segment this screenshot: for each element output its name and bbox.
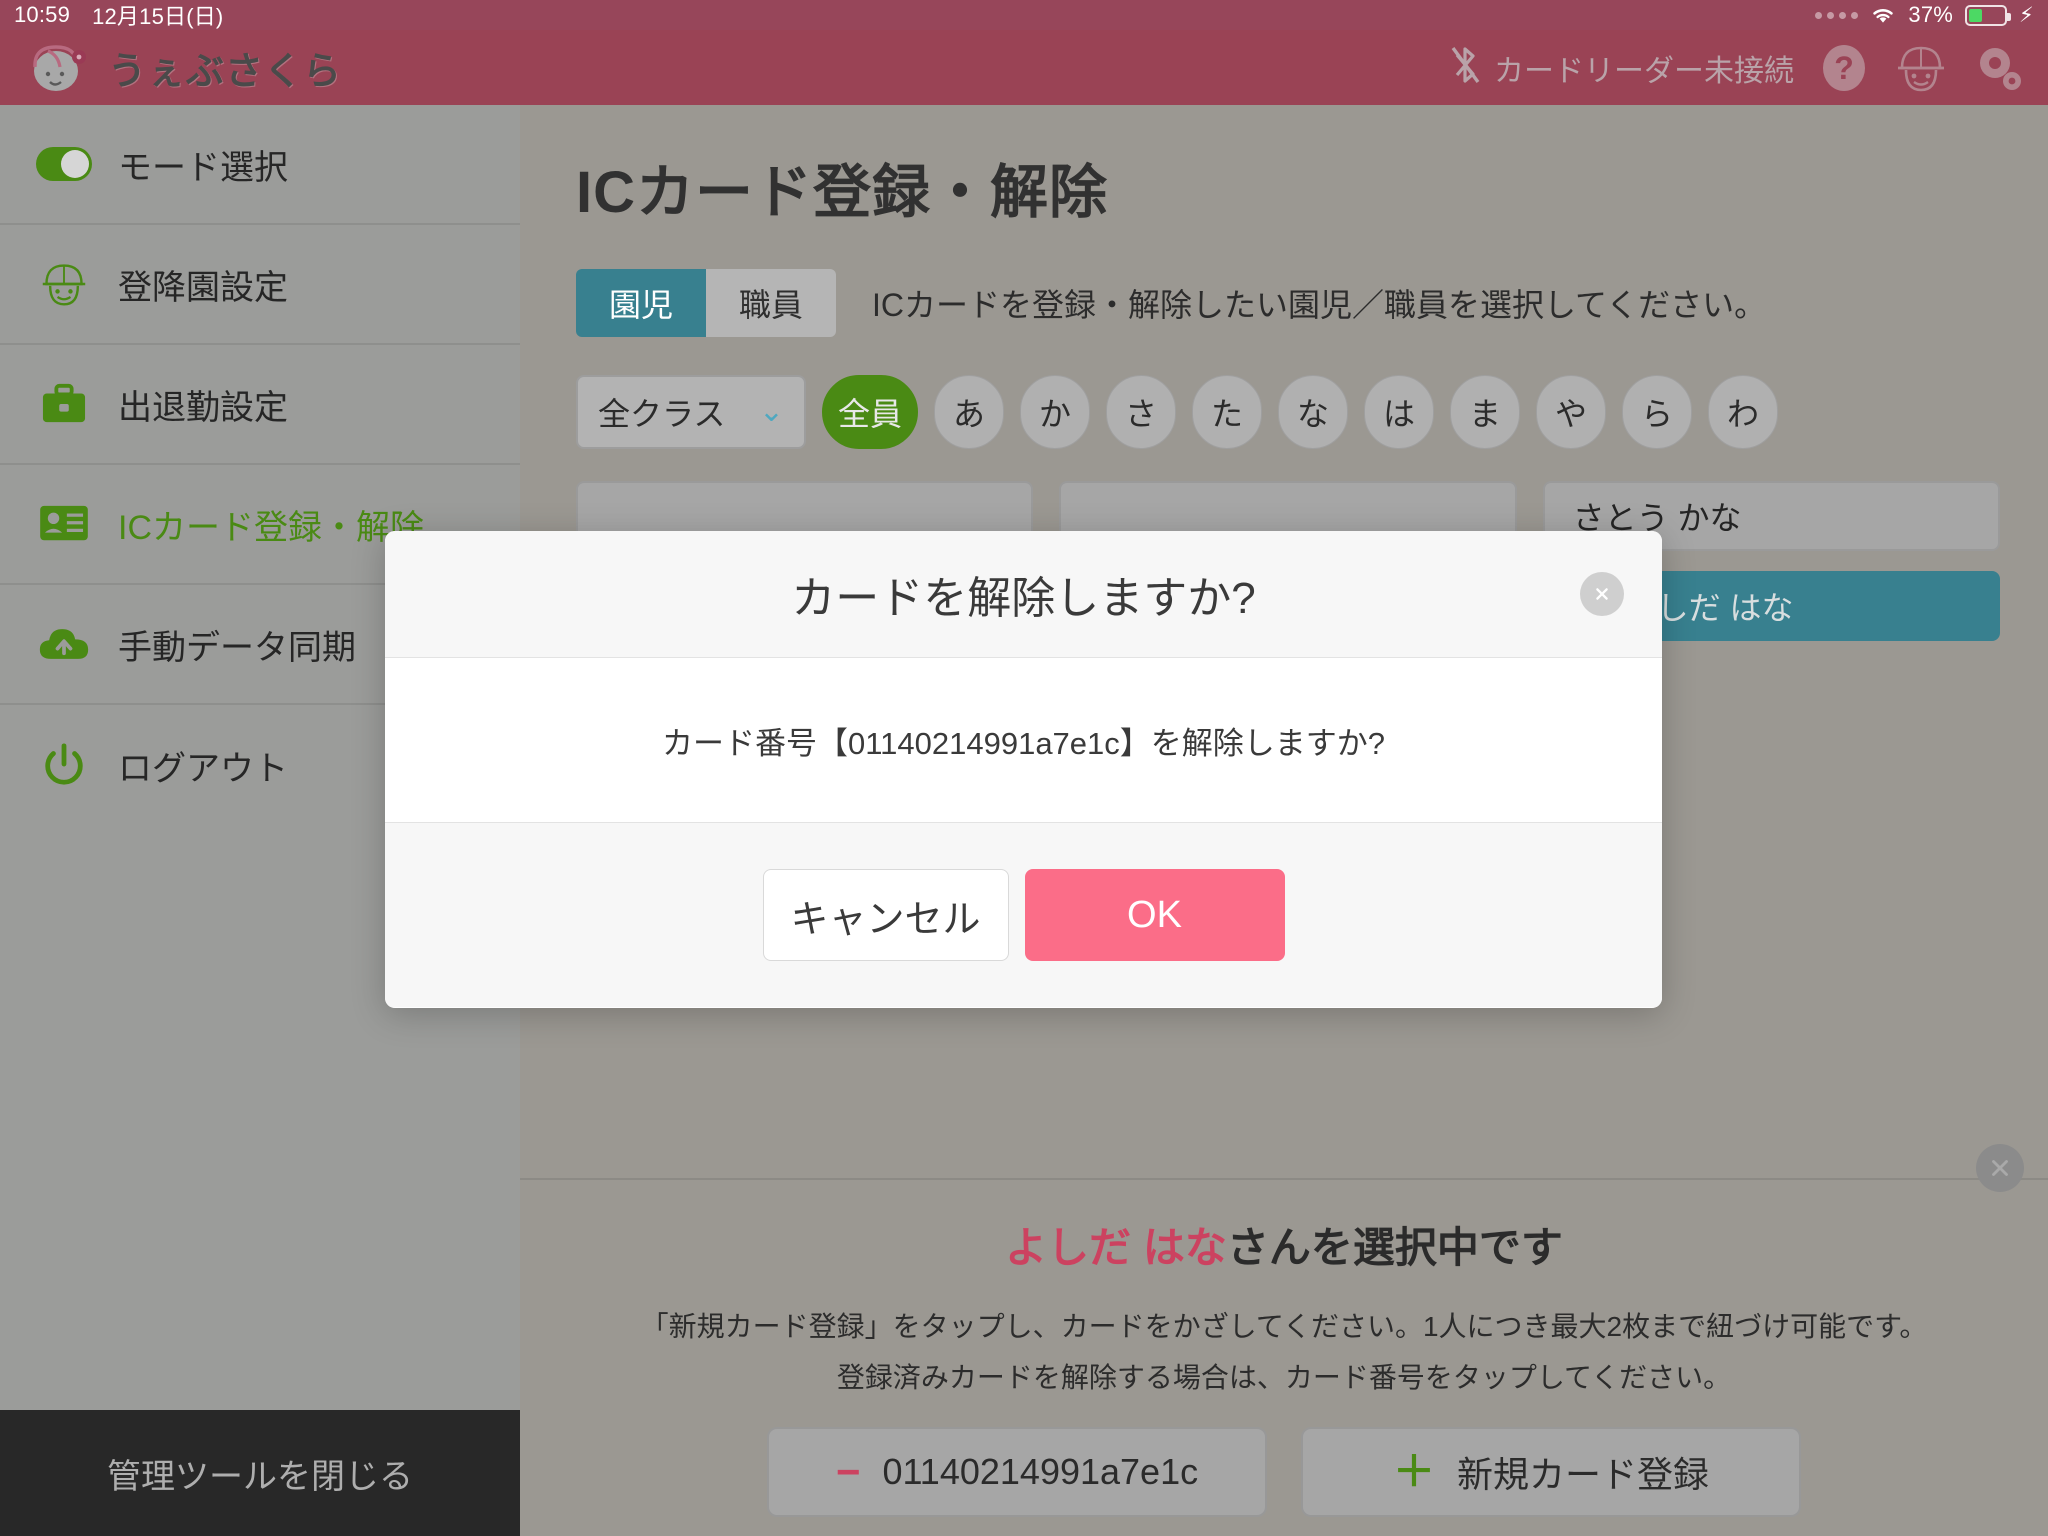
kana-filter-sa[interactable]: さ	[1106, 375, 1176, 449]
close-admin-tool-label: 管理ツールを閉じる	[107, 1457, 413, 1496]
minus-icon: −	[835, 1447, 861, 1495]
unregister-card-button[interactable]: − 01140214991a7e1c	[767, 1426, 1267, 1517]
sidebar-item-label: 登降園設定	[118, 268, 288, 307]
brand: うぇぶさくら	[26, 39, 342, 97]
sidebar-item-label: 出退勤設定	[118, 388, 288, 427]
close-admin-tool-button[interactable]: 管理ツールを閉じる	[0, 1410, 520, 1536]
class-select-value: 全クラス	[598, 396, 726, 432]
battery-icon	[1965, 4, 2012, 26]
gear-icon[interactable]	[1974, 42, 2026, 94]
lightning-bolt-icon: ⚡	[2019, 3, 2034, 27]
tab-enji[interactable]: 園児	[576, 269, 706, 337]
dialog-header: カードを解除しますか?	[385, 531, 1662, 658]
status-date: 12月15日(日)	[92, 4, 224, 29]
status-time: 10:59	[14, 2, 71, 27]
kana-filter-na[interactable]: な	[1278, 375, 1348, 449]
kana-filter-ra[interactable]: ら	[1622, 375, 1692, 449]
kana-filter-ka[interactable]: か	[1020, 375, 1090, 449]
app-root: 10:59 12月15日(日) 37% ⚡ うぇぶさくら カードリーダー未接続 …	[0, 0, 2048, 1536]
page-title: ICカード登録・解除	[576, 160, 1109, 225]
dialog-title: カードを解除しますか?	[791, 574, 1256, 623]
ok-button[interactable]: OK	[1024, 869, 1285, 961]
kana-filter-ma[interactable]: ま	[1450, 375, 1520, 449]
kana-filter-ha[interactable]: は	[1364, 375, 1434, 449]
selected-person-line: よしだ はなさんを選択中です	[520, 1214, 2048, 1275]
kana-filter-all[interactable]: 全員	[822, 375, 918, 449]
power-icon	[36, 742, 92, 788]
bottom-panel: よしだ はなさんを選択中です 「新規カード登録」をタップし、カードをかざしてくだ…	[520, 1178, 2048, 1536]
close-x-icon[interactable]	[1976, 1144, 2024, 1192]
toggle-switch-icon	[36, 147, 92, 181]
dialog-close-icon[interactable]	[1580, 572, 1624, 616]
confirm-dialog: カードを解除しますか? カード番号【01140214991a7e1c】を解除しま…	[385, 531, 1662, 1008]
new-card-label: 新規カード登録	[1457, 1453, 1710, 1495]
sidebar-item-work-settings[interactable]: 出退勤設定	[0, 345, 520, 465]
card-button-row: − 01140214991a7e1c ＋ 新規カード登録	[520, 1426, 2048, 1517]
dialog-body: カード番号【01140214991a7e1c】を解除しますか?	[385, 658, 1662, 823]
dialog-message: カード番号【01140214991a7e1c】を解除しますか?	[661, 725, 1386, 761]
card-reader-status: カードリーダー未接続	[1448, 42, 1794, 93]
selected-person-name: よしだ はな	[1005, 1224, 1227, 1271]
cloud-upload-icon	[36, 625, 92, 663]
app-header: うぇぶさくら カードリーダー未接続 ?	[0, 30, 2048, 105]
dialog-footer: キャンセル OK	[385, 823, 1662, 1007]
kana-filter-ta[interactable]: た	[1192, 375, 1262, 449]
battery-percent-label: 37%	[1908, 2, 1954, 27]
help-question-icon[interactable]: ?	[1820, 42, 1868, 94]
type-segmented-control: 園児 職員	[576, 269, 836, 337]
tab-shokuin[interactable]: 職員	[706, 269, 836, 337]
sidebar-item-label: 手動データ同期	[118, 628, 356, 667]
class-select[interactable]: 全クラス ⌄	[576, 375, 806, 449]
wifi-icon	[1870, 5, 1896, 25]
id-card-icon	[36, 504, 92, 544]
card-reader-status-label: カードリーダー未接続	[1494, 54, 1794, 88]
status-bar: 10:59 12月15日(日) 37% ⚡	[0, 0, 2048, 30]
child-face-icon	[36, 260, 92, 308]
briefcase-icon	[36, 382, 92, 426]
unregister-card-label: 01140214991a7e1c	[882, 1450, 1199, 1492]
kana-filter-a[interactable]: あ	[934, 375, 1004, 449]
bottom-hint-line-2: 登録済みカードを解除する場合は、カード番号をタップしてください。	[836, 1361, 1732, 1393]
new-card-button[interactable]: ＋ 新規カード登録	[1301, 1426, 1801, 1517]
segment-hint-label: ICカードを登録・解除したい園児／職員を選択してください。	[872, 287, 1767, 323]
sidebar-item-attendance-settings[interactable]: 登降園設定	[0, 225, 520, 345]
filter-row: 全クラス ⌄ 全員 あ か さ た な は ま や ら わ	[576, 375, 2000, 449]
segment-row: 園児 職員 ICカードを登録・解除したい園児／職員を選択してください。	[576, 269, 2000, 337]
bottom-hint-line-1: 「新規カード登録」をタップし、カードをかざしてください。1人につき最大2枚まで紐…	[640, 1311, 1928, 1342]
sidebar-item-label: モード選択	[118, 148, 288, 187]
kana-filter-ya[interactable]: や	[1536, 375, 1606, 449]
svg-text:?: ?	[1834, 50, 1854, 86]
child-face-icon[interactable]	[1894, 42, 1948, 94]
sidebar-item-label: ICカード登録・解除	[118, 508, 424, 547]
sakura-girl-logo-icon	[26, 39, 96, 97]
sidebar-item-mode-select[interactable]: モード選択	[0, 105, 520, 225]
brand-name: うぇぶさくら	[108, 51, 343, 93]
cancel-button[interactable]: キャンセル	[762, 869, 1009, 961]
plus-icon: ＋	[1392, 1447, 1435, 1495]
selected-person-suffix: さんを選択中です	[1226, 1224, 1563, 1271]
signal-dots-icon	[1815, 11, 1859, 19]
bluetooth-disabled-icon	[1448, 42, 1482, 93]
kana-filter-wa[interactable]: わ	[1708, 375, 1778, 449]
chevron-down-icon: ⌄	[758, 395, 784, 428]
sidebar-item-label: ログアウト	[118, 749, 288, 788]
